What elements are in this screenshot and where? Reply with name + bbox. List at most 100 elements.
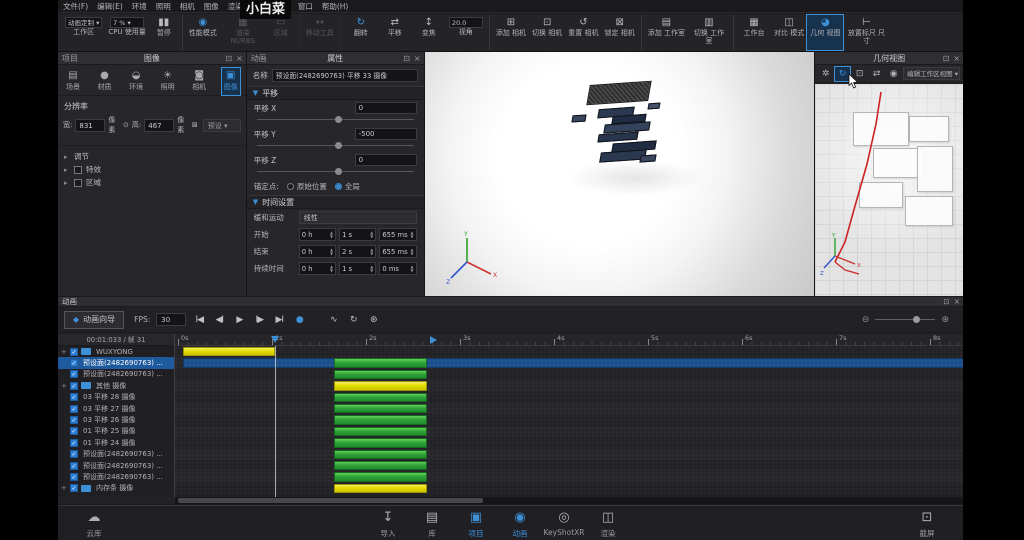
transport-button[interactable]: ● <box>292 315 306 325</box>
float-panel-icon[interactable]: ⊡ <box>943 52 950 65</box>
track-row[interactable]: + ✓ 03 平移 26 摄像 <box>58 414 174 425</box>
timeline-lane[interactable] <box>175 369 963 380</box>
toolbar-button[interactable]: ▦ 工作台 <box>737 15 771 50</box>
toolbar-button[interactable]: ▭ 区域 <box>266 15 300 50</box>
ribbon-button[interactable]: ◉ 动画 <box>498 506 542 539</box>
track-row[interactable]: + ✓ 03 平移 27 摄像 <box>58 403 174 414</box>
realtime-viewport[interactable]: Y X Z <box>425 52 815 296</box>
toolbar-button[interactable]: ▤ 添加 工作室 <box>645 15 688 50</box>
zoom-slider-handle[interactable] <box>913 316 920 323</box>
float-panel-icon[interactable]: ⊡ <box>943 297 949 307</box>
menu-item[interactable]: 窗口 <box>298 1 313 12</box>
toolbar-button[interactable]: ⇄ 平移 <box>378 15 412 50</box>
toolbar-button[interactable]: ▦ 渲染 NURBS <box>220 15 266 50</box>
slider[interactable] <box>257 142 414 150</box>
animation-bar[interactable] <box>334 450 427 459</box>
hours-spinner[interactable]: 0 h▲▼ <box>299 228 336 241</box>
track-checkbox[interactable]: ✓ <box>70 462 78 470</box>
zoom-in-icon[interactable]: ⊕ <box>941 315 949 325</box>
expand-arrow-icon[interactable]: ▸ <box>64 166 70 174</box>
transport-button[interactable]: Ⅰ▶ <box>252 315 266 325</box>
expand-arrow-icon[interactable]: ▸ <box>64 153 70 161</box>
project-tab[interactable]: ☀ 照明 <box>159 68 177 95</box>
model-part[interactable] <box>597 132 638 143</box>
ribbon-button[interactable]: ◎ KeyShotXR <box>542 506 586 539</box>
toolbar-button[interactable]: ◕ 几何 视图 <box>807 15 843 50</box>
slider-value-input[interactable]: 0 <box>355 102 417 114</box>
ease-dropdown[interactable]: 线性 <box>299 211 417 224</box>
anchor-radio[interactable]: 全局 <box>335 181 360 192</box>
geometry-tool-icon[interactable]: ✲ <box>818 67 833 81</box>
close-panel-icon[interactable]: × <box>954 297 960 307</box>
toolbar-button[interactable]: ↺ 重置 相机 <box>565 15 601 50</box>
toolbar-button[interactable]: ▥ 切换 工作室 <box>688 15 734 50</box>
seconds-spinner[interactable]: 1 s▲▼ <box>339 228 376 241</box>
slider-value-input[interactable]: -500 <box>355 128 417 140</box>
tree-row[interactable]: ▸ 特效 <box>58 163 246 176</box>
timeline-lane[interactable] <box>175 460 963 471</box>
track-row[interactable]: + ✓ 预设面(2482690763) ... <box>58 369 174 380</box>
time-section-header[interactable]: ▼ 时间设置 <box>247 195 424 209</box>
animation-bar[interactable] <box>334 393 427 402</box>
track-checkbox[interactable]: ✓ <box>70 348 78 356</box>
track-checkbox[interactable]: ✓ <box>70 439 78 447</box>
hours-spinner[interactable]: 0 h▲▼ <box>299 262 336 275</box>
milliseconds-spinner[interactable]: 0 ms▲▼ <box>379 262 416 275</box>
toolbar-button[interactable]: 7 % ▾ CPU 使用量 <box>105 15 148 50</box>
slider-handle[interactable] <box>335 142 342 149</box>
ribbon-button[interactable]: ◫ 渲染 <box>586 506 630 539</box>
tree-checkbox[interactable] <box>74 166 82 174</box>
toolbar-button[interactable]: ↕ 变焦 <box>412 15 446 50</box>
expand-icon[interactable]: + <box>61 382 67 390</box>
transport-button[interactable]: ⊛ <box>366 315 380 325</box>
slider-handle[interactable] <box>335 168 342 175</box>
close-panel-icon[interactable]: × <box>236 52 243 65</box>
preset-dropdown[interactable]: 预设 ▾ <box>203 119 241 132</box>
track-row[interactable]: + ✓ 预设面(2482690763) ... <box>58 460 174 471</box>
slider[interactable] <box>257 116 414 124</box>
geometry-viewport[interactable]: Y X Z <box>815 84 963 296</box>
geometry-tool-icon[interactable]: ⇄ <box>869 67 884 81</box>
expand-arrow-icon[interactable]: ▸ <box>64 179 70 187</box>
anchor-radio[interactable]: 原始位置 <box>287 181 327 192</box>
animation-bar[interactable] <box>334 461 427 470</box>
name-input[interactable]: 预设面(2482690763) 平移 33 摄像 <box>272 69 418 82</box>
toolbar-dropdown[interactable]: 20.0 <box>449 17 483 28</box>
milliseconds-spinner[interactable]: 655 ms▲▼ <box>379 228 416 241</box>
menu-item[interactable]: 编辑(E) <box>97 1 123 12</box>
geometry-tool-icon[interactable]: ◉ <box>886 67 901 81</box>
animation-bar[interactable] <box>334 438 427 447</box>
timeline-lane[interactable] <box>175 483 963 494</box>
project-tab[interactable]: ● 材质 <box>96 68 114 95</box>
scrollbar-handle[interactable] <box>178 498 483 503</box>
project-tab[interactable]: ◙ 相机 <box>190 68 208 95</box>
tree-checkbox[interactable] <box>74 179 82 187</box>
track-checkbox[interactable]: ✓ <box>70 484 78 492</box>
timeline-scrollbar[interactable] <box>175 497 963 504</box>
menu-item[interactable]: 相机 <box>180 1 195 12</box>
animation-bar[interactable] <box>334 427 427 436</box>
model-part[interactable] <box>639 154 656 162</box>
timeline-lane[interactable] <box>175 380 963 391</box>
timeline-lane[interactable] <box>175 346 963 357</box>
timeline-lane[interactable] <box>175 357 963 368</box>
transport-button[interactable]: ▶ <box>232 315 246 325</box>
timeline-zoom-slider[interactable] <box>875 319 935 320</box>
menu-item[interactable]: 图像 <box>204 1 219 12</box>
toolbar-button[interactable]: 20.0 视角 <box>446 15 490 50</box>
transport-button[interactable]: ▶Ⅰ <box>272 315 286 325</box>
timeline-ruler[interactable]: 0s1s2s3s4s5s6s7s8s <box>175 334 963 346</box>
animation-end-marker[interactable] <box>430 336 437 344</box>
slider-value-input[interactable]: 0 <box>355 154 417 166</box>
track-checkbox[interactable]: ✓ <box>70 450 78 458</box>
ribbon-button[interactable]: ↧ 导入 <box>366 506 410 539</box>
ribbon-button[interactable]: ☁ 云库 <box>72 506 116 539</box>
animation-wizard-button[interactable]: ◆ 动画向导 <box>64 311 124 329</box>
float-panel-icon[interactable]: ⊡ <box>403 52 410 65</box>
track-row[interactable]: + ✓ 预设面(2482690763) ... <box>58 449 174 460</box>
toolbar-button[interactable]: ↔ 移动工具 <box>303 15 341 50</box>
track-checkbox[interactable]: ✓ <box>70 416 78 424</box>
timeline-lane[interactable] <box>175 392 963 403</box>
animation-bar[interactable] <box>334 484 427 493</box>
ribbon-button[interactable]: ⊡ 截屏 <box>905 506 949 539</box>
